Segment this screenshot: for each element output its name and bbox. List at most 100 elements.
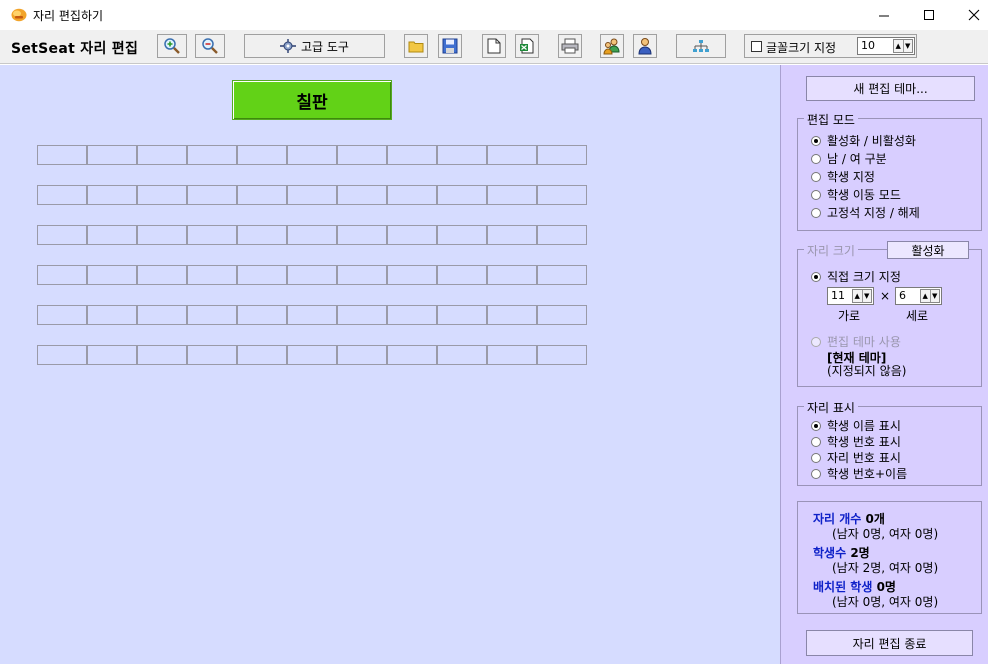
seat-cell[interactable] bbox=[287, 145, 337, 165]
seat-cell[interactable] bbox=[337, 185, 387, 205]
seat-cell[interactable] bbox=[337, 225, 387, 245]
font-size-spin[interactable]: ▲ ▼ bbox=[893, 39, 913, 53]
seat-cell[interactable] bbox=[537, 345, 587, 365]
seat-display-option[interactable]: 자리 번호 표시 bbox=[811, 449, 901, 466]
seat-cell[interactable] bbox=[537, 185, 587, 205]
seat-cell[interactable] bbox=[537, 225, 587, 245]
edit-mode-option[interactable]: 고정석 지정 / 해제 bbox=[811, 204, 920, 221]
spin-down-icon[interactable]: ▼ bbox=[904, 40, 913, 52]
edit-mode-option[interactable]: 학생 이동 모드 bbox=[811, 186, 901, 203]
maximize-button[interactable] bbox=[906, 0, 952, 30]
seat-cell[interactable] bbox=[287, 305, 337, 325]
edit-mode-option[interactable]: 활성화 / 비활성화 bbox=[811, 132, 916, 149]
advanced-tools-button[interactable]: 고급 도구 bbox=[244, 34, 385, 58]
seat-display-option[interactable]: 학생 번호+이름 bbox=[811, 465, 907, 482]
zoom-out-button[interactable] bbox=[195, 34, 225, 58]
seat-cell[interactable] bbox=[37, 345, 87, 365]
seat-cell[interactable] bbox=[487, 185, 537, 205]
seat-cell[interactable] bbox=[487, 265, 537, 285]
seat-cell[interactable] bbox=[387, 345, 437, 365]
blackboard[interactable]: 칠판 bbox=[232, 80, 392, 120]
seat-cell[interactable] bbox=[337, 265, 387, 285]
seat-cell[interactable] bbox=[287, 265, 337, 285]
exit-edit-button[interactable]: 자리 편집 종료 bbox=[806, 630, 973, 656]
seat-cell[interactable] bbox=[537, 265, 587, 285]
seat-cell[interactable] bbox=[237, 185, 287, 205]
seat-cell[interactable] bbox=[137, 145, 187, 165]
spin-down-icon[interactable]: ▼ bbox=[931, 290, 940, 302]
seat-cell[interactable] bbox=[187, 305, 237, 325]
seat-cell[interactable] bbox=[87, 345, 137, 365]
zoom-in-button[interactable] bbox=[157, 34, 187, 58]
theme-size-radio[interactable]: 편집 테마 사용 bbox=[811, 333, 901, 350]
seat-cell[interactable] bbox=[187, 265, 237, 285]
spin-up-icon[interactable]: ▲ bbox=[894, 40, 904, 52]
excel-export-button[interactable] bbox=[515, 34, 539, 58]
seat-cell[interactable] bbox=[187, 225, 237, 245]
seat-cell[interactable] bbox=[87, 265, 137, 285]
close-button[interactable] bbox=[951, 0, 988, 30]
seat-cell[interactable] bbox=[537, 145, 587, 165]
seat-size-activate-button[interactable]: 활성화 bbox=[887, 241, 969, 259]
seat-cell[interactable] bbox=[37, 305, 87, 325]
seat-cell[interactable] bbox=[437, 265, 487, 285]
minimize-button[interactable] bbox=[861, 0, 907, 30]
seat-cell[interactable] bbox=[487, 225, 537, 245]
seat-cell[interactable] bbox=[437, 305, 487, 325]
seat-cell[interactable] bbox=[237, 225, 287, 245]
seat-cell[interactable] bbox=[137, 265, 187, 285]
width-stepper[interactable]: 11 ▲ ▼ bbox=[827, 287, 874, 305]
seat-cell[interactable] bbox=[87, 225, 137, 245]
edit-mode-option[interactable]: 남 / 여 구분 bbox=[811, 150, 887, 167]
seat-cell[interactable] bbox=[487, 145, 537, 165]
seat-cell[interactable] bbox=[137, 225, 187, 245]
seat-cell[interactable] bbox=[187, 145, 237, 165]
seat-cell[interactable] bbox=[87, 305, 137, 325]
spin-up-icon[interactable]: ▲ bbox=[921, 290, 931, 302]
seat-cell[interactable] bbox=[37, 185, 87, 205]
seat-cell[interactable] bbox=[387, 225, 437, 245]
seat-cell[interactable] bbox=[387, 145, 437, 165]
seat-cell[interactable] bbox=[37, 265, 87, 285]
seat-cell[interactable] bbox=[537, 305, 587, 325]
seat-cell[interactable] bbox=[237, 145, 287, 165]
seat-cell[interactable] bbox=[87, 145, 137, 165]
new-theme-button[interactable]: 새 편집 테마... bbox=[806, 76, 975, 101]
new-document-button[interactable] bbox=[482, 34, 506, 58]
seat-cell[interactable] bbox=[187, 345, 237, 365]
seat-cell[interactable] bbox=[237, 345, 287, 365]
seat-cell[interactable] bbox=[337, 305, 387, 325]
seat-cell[interactable] bbox=[387, 305, 437, 325]
edit-mode-option[interactable]: 학생 지정 bbox=[811, 168, 875, 185]
seat-cell[interactable] bbox=[237, 265, 287, 285]
seat-cell[interactable] bbox=[437, 225, 487, 245]
direct-size-radio[interactable]: 직접 크기 지정 bbox=[811, 268, 901, 285]
seat-cell[interactable] bbox=[237, 305, 287, 325]
seat-cell[interactable] bbox=[437, 185, 487, 205]
spin-down-icon[interactable]: ▼ bbox=[863, 290, 872, 302]
font-size-stepper[interactable]: 10 ▲ ▼ bbox=[857, 37, 915, 55]
seat-cell[interactable] bbox=[187, 185, 237, 205]
seat-cell[interactable] bbox=[437, 145, 487, 165]
seat-display-option[interactable]: 학생 번호 표시 bbox=[811, 433, 901, 450]
seat-cell[interactable] bbox=[287, 345, 337, 365]
print-button[interactable] bbox=[558, 34, 582, 58]
seat-cell[interactable] bbox=[387, 265, 437, 285]
seat-cell[interactable] bbox=[337, 145, 387, 165]
seat-cell[interactable] bbox=[437, 345, 487, 365]
seat-display-option[interactable]: 학생 이름 표시 bbox=[811, 417, 901, 434]
seat-cell[interactable] bbox=[337, 345, 387, 365]
seat-cell[interactable] bbox=[487, 345, 537, 365]
seat-cell[interactable] bbox=[387, 185, 437, 205]
seat-cell[interactable] bbox=[37, 145, 87, 165]
seat-cell[interactable] bbox=[287, 225, 337, 245]
student-info-button[interactable] bbox=[633, 34, 657, 58]
seat-editor-canvas[interactable]: 칠판 bbox=[0, 65, 780, 664]
save-button[interactable] bbox=[438, 34, 462, 58]
seat-cell[interactable] bbox=[137, 305, 187, 325]
org-chart-button[interactable] bbox=[676, 34, 726, 58]
spin-up-icon[interactable]: ▲ bbox=[853, 290, 863, 302]
seat-cell[interactable] bbox=[87, 185, 137, 205]
open-button[interactable] bbox=[404, 34, 428, 58]
seat-cell[interactable] bbox=[37, 225, 87, 245]
